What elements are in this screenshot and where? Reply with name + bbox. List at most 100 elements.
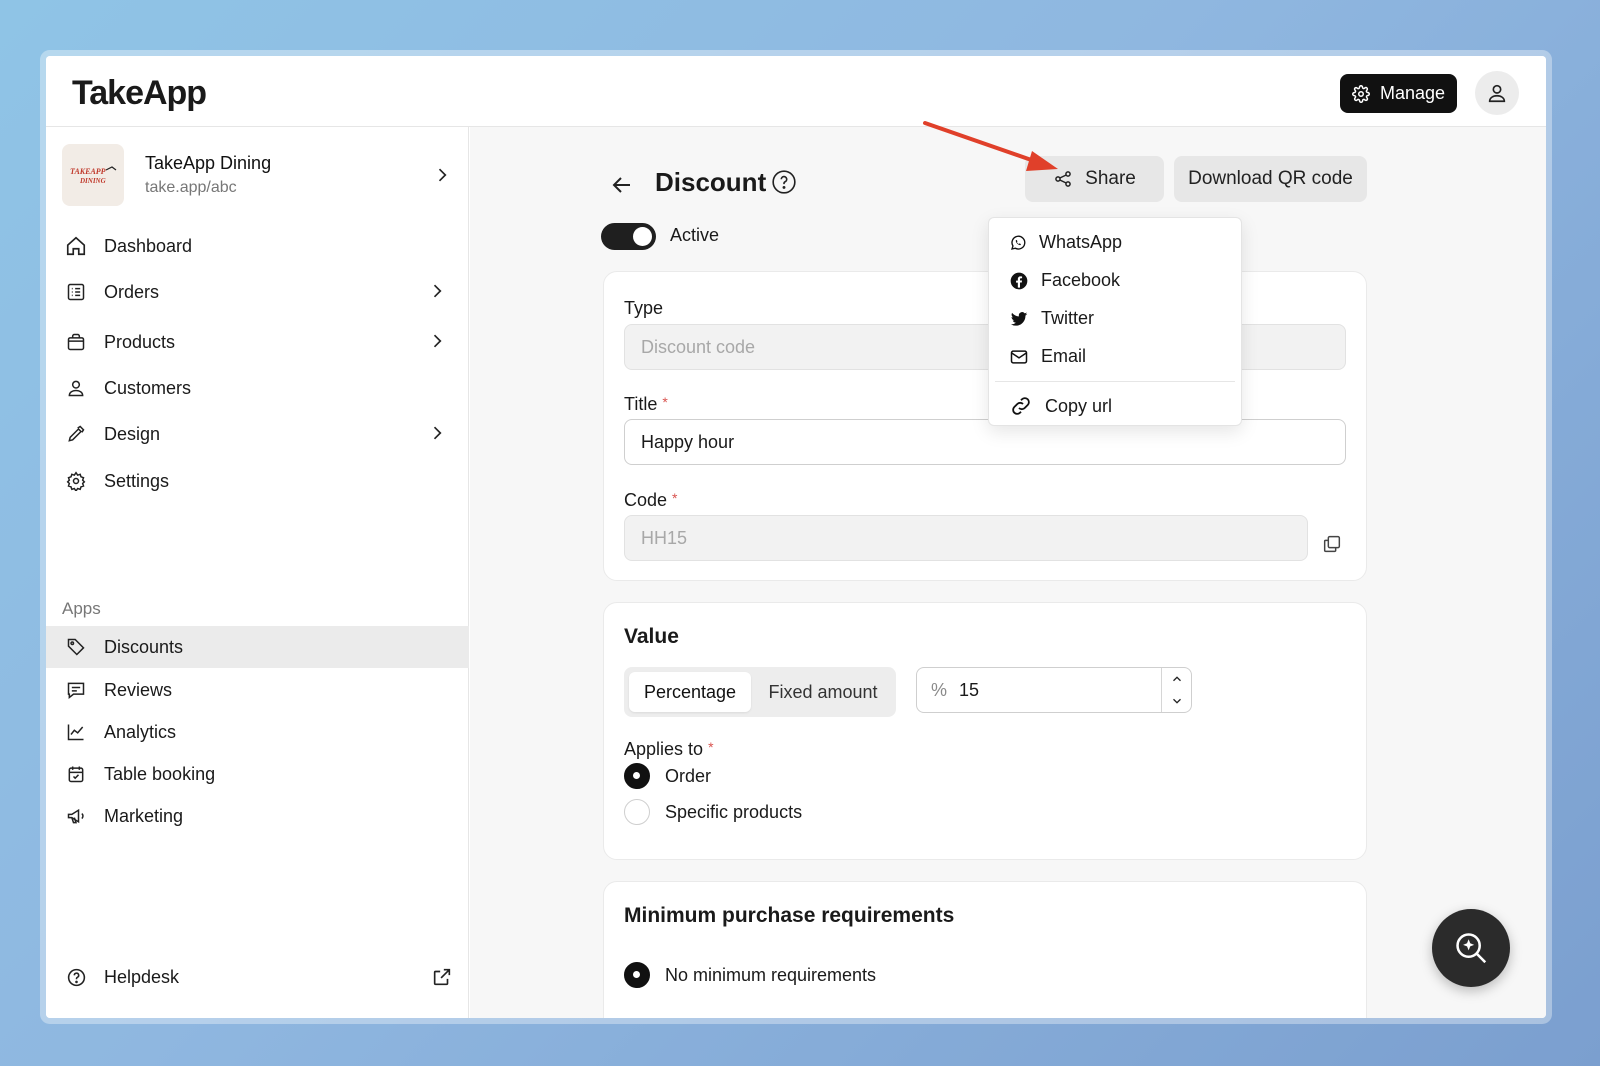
sidebar-item-label: Products	[104, 331, 176, 352]
sidebar-item-design[interactable]: Design	[46, 413, 469, 455]
sidebar-item-customers[interactable]: Customers	[46, 367, 469, 409]
sidebar-item-products[interactable]: Products	[46, 321, 469, 363]
help-circle-icon	[67, 968, 85, 986]
share-whatsapp-item[interactable]: WhatsApp	[1009, 232, 1122, 253]
list-icon	[67, 283, 85, 301]
back-arrow-icon[interactable]	[610, 173, 634, 197]
share-label: Share	[1085, 168, 1136, 189]
megaphone-icon	[67, 808, 84, 824]
menu-divider	[995, 381, 1235, 382]
twitter-icon	[1010, 311, 1028, 326]
required-mark: *	[708, 739, 714, 755]
home-icon	[66, 236, 86, 256]
sidebar-item-label: Orders	[104, 281, 160, 302]
radio-unselected[interactable]	[624, 799, 650, 825]
applies-to-label-text: Applies to	[624, 739, 704, 759]
sidebar-item-analytics[interactable]: Analytics	[46, 711, 469, 753]
share-dropdown-menu: WhatsApp Facebook Twitter Email Copy url	[988, 217, 1242, 426]
manage-label: Manage	[1379, 83, 1446, 103]
sidebar-item-label: Table booking	[104, 763, 216, 784]
gear-icon	[1352, 84, 1370, 103]
number-stepper[interactable]	[1161, 668, 1191, 712]
radio-selected[interactable]	[624, 962, 650, 988]
radio-selected[interactable]	[624, 763, 650, 789]
discount-details-card: Type Discount code Title * Happy hour Cod…	[603, 271, 1367, 581]
svg-text:DINING: DINING	[79, 177, 106, 185]
download-qr-button[interactable]: Download QR code	[1174, 156, 1367, 202]
ai-search-fab[interactable]	[1432, 909, 1510, 987]
message-icon	[67, 682, 85, 700]
store-logo-image: TAKEAPP DINING	[70, 166, 117, 185]
store-switcher[interactable]: TAKEAPP DINING TakeApp Dining take.app/a…	[62, 143, 452, 207]
applies-order-radio[interactable]: Order	[624, 763, 711, 789]
required-mark: *	[662, 394, 668, 410]
fixed-amount-option[interactable]: Fixed amount	[756, 672, 890, 712]
sidebar-item-label: Marketing	[104, 805, 184, 826]
minimum-purchase-card: Minimum purchase requirements No minimum…	[603, 881, 1367, 1018]
user-icon	[68, 380, 84, 397]
title-label-text: Title	[624, 394, 658, 414]
sidebar-item-label: Dashboard	[104, 235, 193, 256]
title-field[interactable]: Happy hour	[624, 419, 1346, 465]
page-title: Discount	[655, 167, 767, 197]
menu-item-label: Twitter	[1041, 308, 1095, 328]
store-name: TakeApp Dining	[145, 153, 272, 173]
sidebar-item-reviews[interactable]: Reviews	[46, 669, 469, 711]
svg-text:TAKEAPP: TAKEAPP	[70, 167, 106, 176]
facebook-icon	[1010, 272, 1028, 289]
apps-section-label: Apps	[62, 599, 101, 618]
applies-specific-products-radio[interactable]: Specific products	[624, 799, 802, 825]
percent-prefix: %	[931, 679, 948, 700]
sidebar-item-helpdesk[interactable]: Helpdesk	[46, 956, 469, 998]
sidebar-item-dashboard[interactable]: Dashboard	[46, 225, 469, 267]
required-mark: *	[672, 490, 678, 506]
chevron-up-icon[interactable]	[1170, 672, 1184, 686]
share-email-item[interactable]: Email	[1009, 346, 1086, 367]
applies-to-label: Applies to *	[624, 739, 714, 760]
value-section-title: Value	[624, 625, 679, 648]
chevron-right-icon	[433, 284, 442, 298]
no-minimum-radio[interactable]: No minimum requirements	[624, 962, 876, 988]
menu-item-label: Email	[1041, 346, 1087, 366]
share-twitter-item[interactable]: Twitter	[1009, 308, 1094, 329]
user-icon	[1488, 84, 1506, 103]
manage-button[interactable]: Manage	[1340, 74, 1457, 113]
copy-icon[interactable]	[1321, 533, 1343, 555]
menu-item-label: Facebook	[1041, 270, 1121, 290]
store-url: take.app/abc	[145, 179, 237, 196]
help-circle-icon[interactable]	[771, 169, 797, 195]
code-field: HH15	[624, 515, 1308, 561]
sidebar-item-marketing[interactable]: Marketing	[46, 795, 469, 837]
chevron-right-icon	[438, 168, 447, 182]
external-link-icon	[433, 968, 451, 986]
sidebar-item-table-booking[interactable]: Table booking	[46, 753, 469, 795]
discount-amount-value: 15	[959, 679, 980, 700]
mail-icon	[1010, 349, 1028, 364]
sparkle-search-icon	[1456, 933, 1487, 964]
title-label: Title *	[624, 394, 668, 415]
chevron-down-icon[interactable]	[1170, 694, 1184, 708]
pen-icon	[68, 425, 85, 442]
chevron-right-icon	[433, 334, 442, 348]
share-button[interactable]: Share	[1025, 156, 1164, 202]
percentage-option[interactable]: Percentage	[629, 672, 751, 712]
sidebar-item-discounts[interactable]: Discounts	[46, 626, 469, 668]
sidebar-item-label: Customers	[104, 377, 192, 398]
app-logo[interactable]: TakeApp	[72, 74, 207, 113]
chevron-right-icon	[433, 426, 442, 440]
sidebar-item-orders[interactable]: Orders	[46, 271, 469, 313]
value-type-segmented: Percentage Fixed amount	[624, 667, 896, 717]
share-facebook-item[interactable]: Facebook	[1009, 270, 1120, 291]
active-toggle[interactable]	[601, 223, 656, 250]
user-avatar-button[interactable]	[1475, 71, 1519, 115]
top-bar: TakeApp Manage	[46, 56, 1546, 127]
code-label: Code *	[624, 490, 677, 511]
sidebar-item-settings[interactable]: Settings	[46, 460, 469, 502]
sidebar-item-label: Helpdesk	[104, 966, 180, 987]
share-copy-url-item[interactable]: Copy url	[1009, 394, 1112, 418]
discount-amount-input[interactable]: % 15	[916, 667, 1192, 713]
sidebar-item-label: Reviews	[104, 679, 173, 700]
tag-icon	[67, 638, 85, 656]
menu-item-label: WhatsApp	[1039, 232, 1123, 252]
active-label: Active	[670, 225, 720, 245]
